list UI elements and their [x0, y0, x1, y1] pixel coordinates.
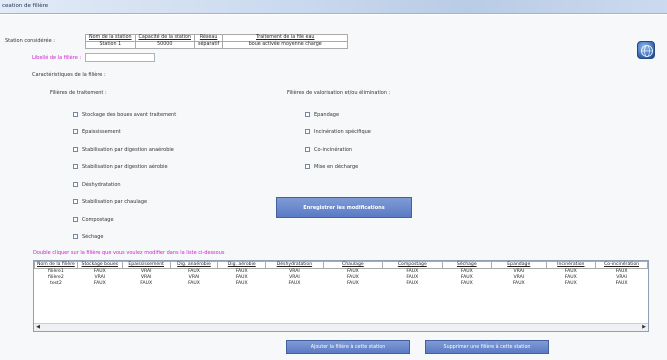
station-header-network: Réseau: [193, 34, 224, 42]
station-network: séparatif: [193, 41, 224, 49]
grid-cell: FAUX: [460, 281, 473, 286]
libelle-input[interactable]: [85, 53, 155, 62]
add-filiere-button[interactable]: Ajouter la filière à cette station: [286, 340, 410, 354]
checkbox-sechage[interactable]: [73, 234, 78, 239]
delete-filiere-button[interactable]: Supprimer une filière à cette station: [425, 340, 549, 354]
horizontal-scrollbar[interactable]: ◀ ▶: [34, 323, 648, 331]
grid-cell: FAUX: [93, 281, 106, 286]
creation-filiere-form: Station considérée : Nom de la station C…: [0, 15, 667, 360]
grid-cell: test2: [50, 281, 62, 286]
checkbox-incineration[interactable]: [305, 129, 310, 134]
globe-icon[interactable]: [637, 41, 655, 59]
checkbox-co-incineration[interactable]: [305, 147, 310, 152]
grid-col-header[interactable]: Epandage: [491, 261, 547, 269]
arrow-right-icon[interactable]: ▶: [640, 324, 648, 331]
caracteristiques-label: Caractéristiques de la filière :: [32, 72, 106, 78]
station-name: Station 1: [85, 41, 136, 49]
station-label: Station considérée :: [5, 38, 55, 44]
grid-col-header[interactable]: Nom de la filière: [34, 261, 78, 269]
grid-cell: FAUX: [188, 281, 200, 286]
traitement-item-label: Séchage: [82, 234, 104, 240]
station-header-name: Nom de la station: [85, 34, 136, 42]
save-button[interactable]: Enregistrer les modifications: [276, 197, 412, 218]
grid-col-header[interactable]: Epaississement: [121, 261, 171, 269]
window-titlebar: ceation de filière: [0, 0, 667, 14]
station-header-capacity: Capacité de la station: [134, 34, 195, 42]
window-title: ceation de filière: [2, 3, 49, 9]
checkbox-deshydratation[interactable]: [73, 182, 78, 187]
grid-col-header[interactable]: Compostage: [382, 261, 443, 269]
valorisation-item-label: Co-incinération: [314, 147, 353, 153]
grid-col-header[interactable]: Stockage boues: [76, 261, 123, 269]
filieres-grid: Nom de la filière Stockage boues Epaissi…: [34, 261, 648, 287]
grid-col-header[interactable]: Dig. aérobie: [217, 261, 267, 269]
checkbox-stockage[interactable]: [73, 112, 78, 117]
grid-col-header[interactable]: Co-incinération: [595, 261, 648, 269]
traitement-label: Filières de traitement :: [50, 90, 107, 96]
checkbox-chaulage[interactable]: [73, 199, 78, 204]
valorisation-item-label: Epandage: [314, 112, 340, 118]
grid-cell: FAUX: [140, 281, 153, 286]
table-row[interactable]: test2 FAUX FAUX FAUX FAUX FAUX FAUX FAUX…: [35, 281, 648, 287]
libelle-label: Libellé de la filière :: [32, 55, 82, 61]
grid-col-header[interactable]: Séchage: [441, 261, 493, 269]
grid-cell: FAUX: [512, 281, 525, 286]
traitement-item-label: Stabilisation par digestion anaérobie: [82, 147, 174, 153]
traitement-item-label: Stabilisation par digestion aérobie: [82, 164, 168, 170]
checkbox-epandage[interactable]: [305, 112, 310, 117]
arrow-left-icon[interactable]: ◀: [34, 324, 42, 331]
station-header-treatment: Traitement de la file eau: [222, 34, 349, 42]
grid-col-header[interactable]: Dig. anaérobie: [169, 261, 219, 269]
traitement-item-label: Compostage: [82, 217, 114, 223]
filieres-list[interactable]: Nom de la filière Stockage boues Epaissi…: [33, 260, 649, 332]
station-capacity: 50000: [134, 41, 195, 49]
grid-col-header[interactable]: Déshydratation: [265, 261, 324, 269]
checkbox-dig-aerobie[interactable]: [73, 164, 78, 169]
traitement-item-label: Stockage des boues avant traitement: [82, 112, 177, 118]
hint-text: Double cliquer sur la filière que vous v…: [33, 250, 225, 256]
grid-cell: FAUX: [564, 281, 577, 286]
traitement-item-label: Stabilisation par chaulage: [82, 199, 148, 205]
valorisation-label: Filières de valorisation et/ou éliminati…: [287, 90, 391, 96]
traitement-item-label: Epaississement: [82, 129, 121, 135]
station-table: Nom de la station Capacité de la station…: [85, 34, 349, 49]
grid-col-header[interactable]: Incinération: [545, 261, 597, 269]
valorisation-item-label: Mise en décharge: [314, 164, 359, 170]
checkbox-dig-anaerobie[interactable]: [73, 147, 78, 152]
valorisation-item-label: Incinération spécifique: [314, 129, 371, 135]
grid-cell: FAUX: [615, 281, 628, 286]
checkbox-epaississement[interactable]: [73, 129, 78, 134]
checkbox-compostage[interactable]: [73, 217, 78, 222]
traitement-item-label: Déshydratation: [82, 182, 121, 188]
station-treatment: boue activée moyenne charge: [222, 41, 349, 49]
grid-cell: FAUX: [406, 281, 419, 286]
grid-cell: FAUX: [288, 281, 301, 286]
checkbox-mise-en-decharge[interactable]: [305, 164, 310, 169]
grid-col-header[interactable]: Chaulage: [322, 261, 384, 269]
grid-cell: FAUX: [346, 281, 359, 286]
grid-cell: FAUX: [235, 281, 248, 286]
